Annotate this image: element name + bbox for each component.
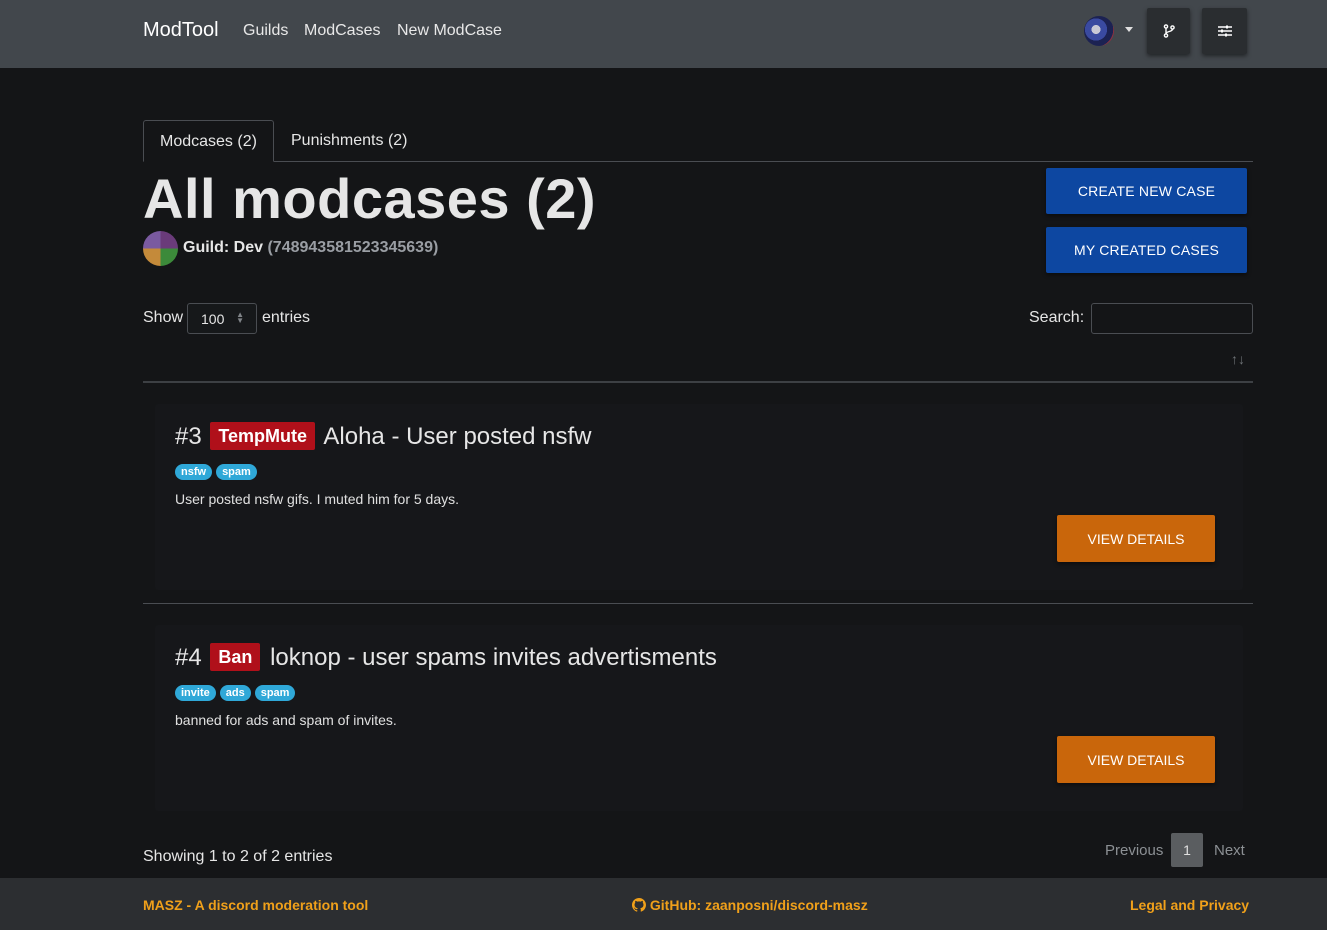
- case-title: #3 TempMute Aloha - User posted nsfw: [175, 422, 592, 451]
- github-icon: [632, 898, 647, 912]
- tag-badge: spam: [216, 464, 257, 480]
- guild-label: Guild: Dev: [183, 239, 264, 256]
- show-label: Show: [143, 309, 184, 326]
- tag-badge: ads: [219, 685, 251, 701]
- table-top-divider: [143, 381, 1253, 383]
- case-tags: nsfw spam: [175, 464, 257, 480]
- chevron-down-icon[interactable]: [1125, 27, 1133, 32]
- footer-home-link[interactable]: MASZ - A discord moderation tool: [143, 897, 368, 913]
- tab-modcases[interactable]: Modcases (2): [143, 120, 274, 162]
- guild-info: Guild: Dev (748943581523345639): [183, 239, 438, 257]
- previous-page-button[interactable]: Previous: [1105, 842, 1163, 859]
- entries-select[interactable]: 100 ▲ ▼: [187, 303, 257, 334]
- table-info: Showing 1 to 2 of 2 entries: [143, 848, 333, 865]
- case-tags: invite ads spam: [175, 685, 296, 701]
- tag-badge: invite: [175, 685, 216, 701]
- tag-badge: nsfw: [175, 464, 213, 480]
- view-details-button[interactable]: VIEW DETAILS: [1057, 736, 1215, 783]
- nav-link-new-modcase[interactable]: New ModCase: [397, 22, 502, 40]
- git-branch-icon: [1163, 24, 1175, 38]
- entries-label: entries: [262, 309, 311, 326]
- case-type-badge: TempMute: [210, 422, 316, 450]
- branch-button[interactable]: [1147, 8, 1190, 54]
- tab-punishments[interactable]: Punishments (2): [275, 120, 424, 162]
- sort-icon[interactable]: ↑↓: [1231, 351, 1245, 367]
- footer-github-link[interactable]: GitHub: zaanposni/discord-masz: [632, 897, 868, 913]
- settings-button[interactable]: [1202, 8, 1247, 54]
- case-id: #3: [175, 423, 202, 450]
- case-title-text: Aloha - User posted nsfw: [323, 423, 592, 450]
- case-title: #4 Ban loknop - user spams invites adver…: [175, 643, 717, 672]
- guild-id: (748943581523345639): [267, 239, 439, 256]
- case-description: banned for ads and spam of invites.: [175, 712, 397, 728]
- case-description: User posted nsfw gifs. I muted him for 5…: [175, 491, 460, 507]
- create-new-case-button[interactable]: CREATE NEW CASE: [1046, 168, 1247, 214]
- nav-link-modcases[interactable]: ModCases: [304, 22, 380, 40]
- select-arrows-icon: ▲ ▼: [236, 310, 244, 325]
- case-title-text: loknop - user spams invites advertisment…: [270, 644, 717, 671]
- tag-badge: spam: [254, 685, 296, 701]
- entries-select-value: 100: [201, 311, 225, 327]
- footer-legal-link[interactable]: Legal and Privacy: [1130, 897, 1249, 913]
- case-divider: [143, 603, 1253, 604]
- search-label: Search:: [1029, 309, 1085, 326]
- top-navbar: ModTool Guilds ModCases New ModCase: [0, 0, 1327, 68]
- nav-link-guilds[interactable]: Guilds: [243, 22, 288, 40]
- brand-link[interactable]: ModTool: [143, 19, 219, 42]
- guild-avatar: [143, 231, 178, 266]
- next-page-button[interactable]: Next: [1214, 842, 1245, 859]
- search-input[interactable]: [1091, 303, 1253, 334]
- page-title: All modcases (2): [143, 167, 597, 230]
- case-type-badge: Ban: [210, 643, 261, 671]
- my-created-cases-button[interactable]: MY CREATED CASES: [1046, 227, 1247, 273]
- page-1-button[interactable]: 1: [1171, 833, 1203, 867]
- case-id: #4: [175, 644, 202, 671]
- view-details-button[interactable]: VIEW DETAILS: [1057, 515, 1215, 562]
- sliders-icon: [1217, 25, 1232, 37]
- footer-github-text: GitHub: zaanposni/discord-masz: [649, 897, 868, 913]
- user-avatar[interactable]: [1084, 16, 1114, 46]
